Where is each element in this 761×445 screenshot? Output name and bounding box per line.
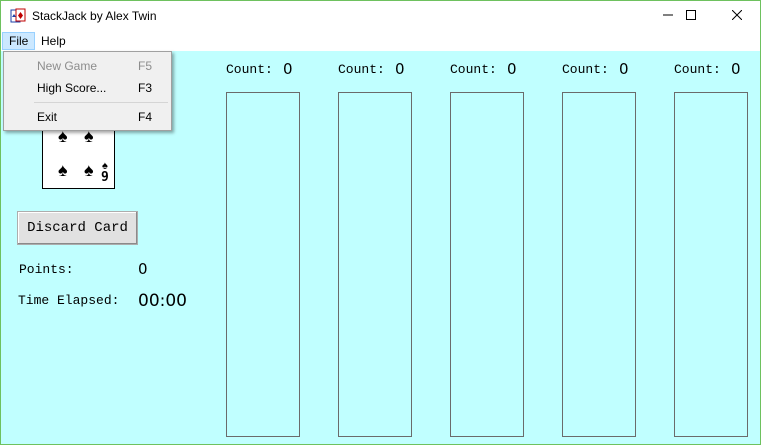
count-value: 0	[731, 60, 741, 78]
title-bar[interactable]: StackJack by Alex Twin	[1, 1, 760, 31]
cards-icon	[10, 8, 26, 24]
time-elapsed-value: 00:00	[138, 291, 187, 311]
menu-item-label: New Game	[37, 59, 98, 73]
menu-item-shortcut: F5	[138, 59, 153, 73]
menu-item-shortcut: F3	[138, 81, 153, 95]
count-value: 0	[619, 60, 629, 78]
count-label: Count:	[338, 62, 385, 77]
menu-item-high-score[interactable]: High Score... F3	[4, 77, 171, 99]
count-value: 0	[283, 60, 293, 78]
count-label: Count:	[226, 62, 273, 77]
window-title: StackJack by Alex Twin	[32, 9, 157, 23]
file-menu-dropdown: New Game F5 High Score... F3 Exit F4	[3, 51, 172, 131]
menu-item-exit[interactable]: Exit F4	[4, 106, 171, 128]
close-icon	[731, 7, 743, 25]
time-elapsed-label: Time Elapsed:	[18, 293, 120, 308]
app-window: StackJack by Alex Twin File Help ♠ ♠ ♠ ♠…	[0, 0, 761, 445]
spade-icon: ♠	[84, 160, 94, 180]
count-label: Count:	[674, 62, 721, 77]
menu-help[interactable]: Help	[35, 32, 72, 50]
stack-slot[interactable]	[674, 92, 748, 437]
stack-slot[interactable]	[338, 92, 412, 437]
count-value: 0	[507, 60, 517, 78]
menu-item-new-game[interactable]: New Game F5	[4, 55, 171, 77]
menu-file[interactable]: File	[2, 32, 36, 50]
menu-item-label: Exit	[37, 110, 58, 124]
card-rank: 9	[101, 170, 109, 185]
count-value: 0	[395, 60, 405, 78]
menu-bar: File Help	[1, 31, 760, 51]
stack-slot[interactable]	[562, 92, 636, 437]
points-value: 0	[138, 260, 148, 278]
maximize-button[interactable]	[668, 1, 714, 31]
menu-item-label: High Score...	[37, 81, 107, 95]
count-label: Count:	[450, 62, 497, 77]
points-label: Points:	[19, 262, 74, 277]
stack-slot[interactable]	[226, 92, 300, 437]
menu-separator	[34, 102, 168, 103]
maximize-icon	[686, 7, 696, 25]
count-label: Count:	[562, 62, 609, 77]
spade-icon: ♠	[58, 160, 68, 180]
menu-item-shortcut: F4	[138, 110, 153, 124]
stack-slot[interactable]	[450, 92, 524, 437]
discard-card-button[interactable]: Discard Card	[17, 211, 138, 245]
close-button[interactable]	[714, 1, 760, 31]
